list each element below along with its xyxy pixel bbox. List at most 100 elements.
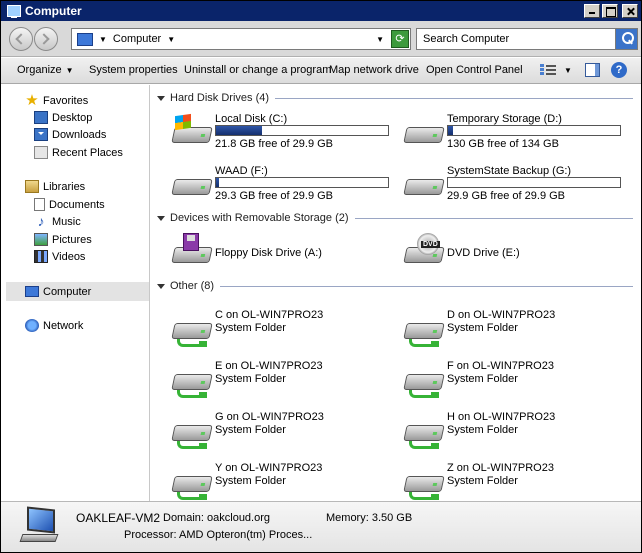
explorer-window: Computer ▼ Computer ▼ ▼ ⟳ Search Compute… (0, 0, 642, 553)
organize-label: Organize (17, 64, 62, 76)
sidebar-item-pictures[interactable]: Pictures (34, 233, 92, 246)
breadcrumb-computer[interactable]: Computer (113, 33, 161, 45)
sidebar-item-videos[interactable]: Videos (34, 250, 85, 263)
network-drive-icon (403, 360, 445, 400)
sidebar-item-recent-places[interactable]: Recent Places (34, 146, 123, 159)
preview-pane-icon[interactable] (585, 63, 600, 77)
system-properties-button[interactable]: System properties (89, 64, 178, 76)
drive-name: WAAD (F:) (215, 165, 268, 177)
folder-type: System Folder (447, 322, 518, 334)
network-folder-item[interactable]: G on OL-WIN7PRO23 System Folder (171, 411, 401, 457)
computer-name: OAKLEAF-VM2 (76, 511, 161, 525)
drive-item-d[interactable]: Temporary Storage (D:) 130 GB free of 13… (403, 113, 633, 159)
sidebar-item-favorites[interactable]: ★ Favorites (25, 93, 88, 108)
network-folder-item[interactable]: F on OL-WIN7PRO23 System Folder (403, 360, 633, 406)
folder-name: F on OL-WIN7PRO23 (447, 360, 554, 372)
refresh-button[interactable]: ⟳ (391, 30, 409, 48)
close-button[interactable] (622, 4, 638, 18)
network-drive-icon (171, 462, 213, 502)
chevron-down-icon: ▼ (65, 66, 74, 75)
help-icon[interactable]: ? (611, 62, 627, 78)
floppy-drive-item[interactable]: Floppy Disk Drive (A:) (171, 233, 401, 279)
sidebar-item-music[interactable]: ♪ Music (34, 214, 81, 228)
videos-icon (34, 250, 48, 263)
drive-item-g[interactable]: SystemState Backup (G:) 29.9 GB free of … (403, 165, 633, 211)
computer-icon (25, 286, 39, 297)
collapse-triangle-icon (157, 215, 165, 221)
breadcrumb-dropdown-icon[interactable]: ▼ (167, 35, 175, 44)
sidebar-item-label: Documents (49, 198, 105, 211)
sidebar-item-documents[interactable]: Documents (34, 198, 105, 211)
dvd-label: DVD (421, 241, 440, 248)
hard-drive-icon (171, 165, 213, 205)
sidebar-item-desktop[interactable]: Desktop (34, 111, 92, 124)
collapse-triangle-icon (157, 95, 165, 101)
change-view-icon[interactable] (540, 63, 556, 77)
drive-name: Local Disk (C:) (215, 113, 288, 125)
drive-free-space: 29.9 GB free of 29.9 GB (447, 190, 566, 202)
address-bar[interactable]: ▼ Computer ▼ ▼ (71, 28, 411, 50)
command-bar: Organize ▼ System properties Uninstall or… (1, 58, 641, 84)
folder-name: H on OL-WIN7PRO23 (447, 411, 556, 423)
drive-name: Floppy Disk Drive (A:) (215, 247, 322, 259)
floppy-disk-icon (171, 233, 213, 273)
drive-item-c[interactable]: Local Disk (C:) 21.8 GB free of 29.9 GB (171, 113, 401, 159)
back-button[interactable] (9, 27, 33, 51)
network-drive-icon (403, 462, 445, 502)
uninstall-program-button[interactable]: Uninstall or change a program (184, 64, 331, 76)
network-icon (25, 319, 39, 332)
group-header-other[interactable]: Other (8) (157, 280, 633, 292)
network-folder-item[interactable]: D on OL-WIN7PRO23 System Folder (403, 309, 633, 355)
windows-drive-icon (171, 113, 213, 153)
group-header-hard-disk-drives[interactable]: Hard Disk Drives (4) (157, 92, 633, 104)
organize-button[interactable]: Organize ▼ (17, 64, 74, 76)
search-input[interactable]: Search Computer (423, 33, 509, 45)
address-history-dropdown-icon[interactable]: ▼ (376, 35, 384, 44)
search-icon[interactable] (615, 29, 637, 49)
sidebar-item-downloads[interactable]: Downloads (34, 128, 106, 141)
search-box[interactable]: Search Computer (416, 28, 638, 50)
drive-usage-bar (447, 125, 621, 136)
maximize-button[interactable] (602, 4, 618, 18)
network-folder-item[interactable]: E on OL-WIN7PRO23 System Folder (171, 360, 401, 406)
navigation-bar: ▼ Computer ▼ ▼ ⟳ Search Computer (1, 21, 641, 57)
drive-name: DVD Drive (E:) (447, 247, 520, 259)
network-folder-item[interactable]: H on OL-WIN7PRO23 System Folder (403, 411, 633, 457)
folder-type: System Folder (215, 322, 286, 334)
folder-type: System Folder (447, 373, 518, 385)
minimize-button[interactable] (584, 4, 600, 18)
group-header-removable-storage[interactable]: Devices with Removable Storage (2) (157, 212, 633, 224)
domain-info: Domain: oakcloud.org (163, 512, 271, 524)
sidebar-item-label: Videos (52, 250, 86, 263)
sidebar-item-network[interactable]: Network (25, 319, 83, 332)
network-folder-item[interactable]: C on OL-WIN7PRO23 System Folder (171, 309, 401, 355)
view-dropdown-icon[interactable]: ▼ (564, 66, 572, 75)
dvd-drive-icon: DVD (403, 233, 445, 273)
breadcrumb-chevron-icon[interactable]: ▼ (99, 35, 107, 44)
hard-drive-icon (403, 165, 445, 205)
back-arrow-icon (15, 33, 27, 45)
pictures-icon (34, 233, 48, 246)
folder-name: D on OL-WIN7PRO23 (447, 309, 556, 321)
sidebar-item-computer[interactable]: Computer (6, 282, 149, 301)
libraries-icon (25, 180, 39, 193)
title-bar[interactable]: Computer (1, 1, 641, 21)
hard-drive-icon (403, 113, 445, 153)
map-network-drive-button[interactable]: Map network drive (329, 64, 419, 76)
window-title: Computer (25, 4, 82, 18)
drive-free-space: 21.8 GB free of 29.9 GB (215, 138, 334, 150)
sidebar-item-libraries[interactable]: Libraries (25, 180, 85, 193)
group-header-label: Hard Disk Drives (4) (170, 92, 270, 104)
folder-name: Z on OL-WIN7PRO23 (447, 462, 554, 474)
collapse-triangle-icon (157, 283, 165, 289)
drive-free-space: 130 GB free of 134 GB (447, 138, 559, 150)
sidebar-item-label: Downloads (52, 128, 107, 141)
forward-button[interactable] (34, 27, 58, 51)
sidebar-item-label: Libraries (43, 180, 86, 193)
sidebar-item-label: Pictures (52, 233, 92, 246)
memory-info: Memory: 3.50 GB (326, 512, 413, 524)
open-control-panel-button[interactable]: Open Control Panel (426, 64, 523, 76)
group-divider (220, 285, 633, 287)
dvd-drive-item[interactable]: DVD DVD Drive (E:) (403, 233, 633, 279)
drive-item-f[interactable]: WAAD (F:) 29.3 GB free of 29.9 GB (171, 165, 401, 211)
